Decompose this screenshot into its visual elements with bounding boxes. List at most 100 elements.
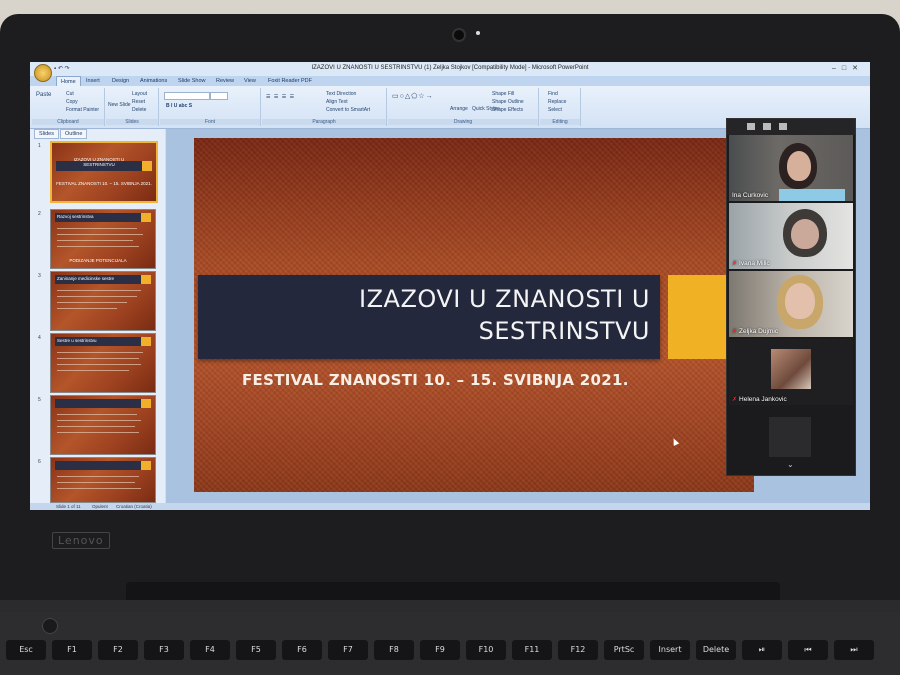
tab-design[interactable]: Design	[112, 78, 129, 84]
group-label: Font	[160, 119, 260, 125]
key-f5[interactable]: F5	[236, 640, 276, 660]
hinge	[0, 600, 900, 612]
participant-tile[interactable]: ⌄	[729, 407, 853, 473]
slide-title[interactable]: IZAZOVI U ZNANOSTI U SESTRINSTVU	[210, 283, 650, 347]
key-delete[interactable]: Delete	[696, 640, 736, 660]
key-f6[interactable]: F6	[282, 640, 322, 660]
minimize-button[interactable]: –	[832, 65, 842, 72]
power-button[interactable]	[42, 618, 58, 634]
pane-tabs: Slides Outline	[34, 129, 88, 139]
key-insert[interactable]: Insert	[650, 640, 690, 660]
speaker-view-icon[interactable]	[763, 123, 771, 130]
key-prtsc[interactable]: PrtSc	[604, 640, 644, 660]
text-direction-button[interactable]: Text Direction	[326, 91, 356, 97]
key-f9[interactable]: F9	[420, 640, 460, 660]
thumbnail-text-line	[57, 370, 129, 371]
select-button[interactable]: Select	[548, 107, 562, 113]
align-text-button[interactable]: Align Text	[326, 99, 348, 105]
key-play-pause[interactable]: ⏯	[742, 640, 782, 660]
cut-button[interactable]: Cut	[66, 91, 74, 97]
tab-outline[interactable]: Outline	[59, 129, 88, 139]
font-size-dropdown[interactable]	[210, 92, 228, 100]
tab-animations[interactable]: Animations	[140, 78, 167, 84]
participant-tile[interactable]: ✗ Helena Jankovic	[729, 339, 853, 405]
replace-button[interactable]: Replace	[548, 99, 566, 105]
participant-tile[interactable]: ✗ Ivana Milic	[729, 203, 853, 269]
key-f1[interactable]: F1	[52, 640, 92, 660]
alignment-icons[interactable]: ☰ ☰ ☰ ☰	[266, 94, 295, 100]
tab-home[interactable]: Home	[56, 76, 81, 86]
key-f10[interactable]: F10	[466, 640, 506, 660]
participant-video-face	[791, 219, 819, 249]
office-button[interactable]	[34, 64, 52, 82]
find-button[interactable]: Find	[548, 91, 558, 97]
mic-muted-icon: ✗	[732, 261, 738, 267]
minimize-icon[interactable]	[747, 123, 755, 130]
main-slide[interactable]: IZAZOVI U ZNANOSTI U SESTRINSTVU FESTIVA…	[194, 138, 754, 492]
layout-button[interactable]: Layout	[132, 91, 147, 97]
thumbnail-text-line	[57, 240, 133, 241]
convert-to-smartart-button[interactable]: Convert to SmartArt	[326, 107, 370, 113]
key-f12[interactable]: F12	[558, 640, 598, 660]
slide-title-line2: SESTRINSTVU	[478, 317, 650, 345]
keyboard: Esc F1 F2 F3 F4 F5 F6 F7 F8 F9 F10 F11 F…	[4, 640, 896, 675]
participant-avatar	[771, 349, 811, 389]
shapes-gallery[interactable]: ▭○△⬠☆→	[392, 92, 434, 100]
key-esc[interactable]: Esc	[6, 640, 46, 660]
thumbnail-number: 2	[38, 211, 41, 217]
participant-avatar	[769, 417, 811, 457]
thumbnail-footer: PODIZANJE POTENCIJALA	[69, 258, 127, 263]
status-bar: Slide 1 of 11 Opulent Croatian (Croatia)	[30, 503, 870, 510]
thumbnail-text-line	[57, 246, 139, 247]
thumbnail-text-line	[57, 228, 137, 229]
reset-button[interactable]: Reset	[132, 99, 145, 105]
key-f11[interactable]: F11	[512, 640, 552, 660]
key-f3[interactable]: F3	[144, 640, 184, 660]
shape-outline-button[interactable]: Shape Outline	[492, 99, 524, 105]
thumbnail-accent	[141, 337, 151, 346]
slide-thumbnail[interactable]: IZAZOVI U ZNANOSTI U SESTRINSTVU FESTIVA…	[50, 141, 158, 203]
key-f7[interactable]: F7	[328, 640, 368, 660]
format-painter-button[interactable]: Format Painter	[66, 107, 99, 113]
slide-thumbnail[interactable]	[50, 395, 156, 455]
slide-thumbnail[interactable]: Razvoj sestrinstva PODIZANJE POTENCIJALA	[50, 209, 156, 269]
copy-button[interactable]: Copy	[66, 99, 78, 105]
bold-button[interactable]: B I U abc S	[166, 103, 192, 109]
tab-review[interactable]: Review	[216, 78, 234, 84]
maximize-button[interactable]: □	[842, 65, 852, 72]
thumbnail-text-line	[57, 476, 139, 477]
key-previous[interactable]: ⏮	[788, 640, 828, 660]
tab-insert[interactable]: Insert	[86, 78, 100, 84]
key-f8[interactable]: F8	[374, 640, 414, 660]
slide-thumbnail[interactable]: Sestre u sestrinstvu	[50, 333, 156, 393]
new-slide-button[interactable]: New Slide	[108, 102, 131, 108]
mouse-cursor-icon	[670, 437, 680, 446]
thumbnail-number: 4	[38, 335, 41, 341]
tab-slides[interactable]: Slides	[34, 129, 59, 139]
participant-tile[interactable]: ✗ Zeljka Dujmic	[729, 271, 853, 337]
key-next[interactable]: ⏭	[834, 640, 874, 660]
key-f4[interactable]: F4	[190, 640, 230, 660]
slide-thumbnail[interactable]	[50, 457, 156, 503]
slide-subtitle[interactable]: FESTIVAL ZNANOSTI 10. – 15. SVIBNJA 2021…	[242, 371, 629, 389]
webcam-led	[476, 31, 480, 35]
tab-view[interactable]: View	[244, 78, 256, 84]
close-button[interactable]: ✕	[852, 65, 864, 72]
key-f2[interactable]: F2	[98, 640, 138, 660]
shape-fill-button[interactable]: Shape Fill	[492, 91, 514, 97]
shape-effects-button[interactable]: Shape Effects	[492, 107, 523, 113]
language-indicator[interactable]: Croatian (Croatia)	[116, 504, 152, 509]
thumbnail-text-line	[57, 308, 117, 309]
tab-slide-show[interactable]: Slide Show	[178, 78, 206, 84]
mic-muted-icon: ✗	[732, 397, 738, 403]
group-paragraph: Text Direction Align Text Convert to Sma…	[262, 88, 387, 126]
paste-button[interactable]: Paste	[36, 92, 51, 98]
chevron-down-icon[interactable]: ⌄	[787, 460, 794, 469]
delete-button[interactable]: Delete	[132, 107, 146, 113]
gallery-view-icon[interactable]	[779, 123, 787, 130]
font-name-dropdown[interactable]	[164, 92, 210, 100]
slide-thumbnail[interactable]: Zaninanje medicinske sestre	[50, 271, 156, 331]
participant-tile[interactable]: Ina Curkovic	[729, 135, 853, 201]
tab-foxit-reader-pdf[interactable]: Foxit Reader PDF	[268, 78, 312, 84]
arrange-button[interactable]: Arrange	[450, 106, 468, 112]
